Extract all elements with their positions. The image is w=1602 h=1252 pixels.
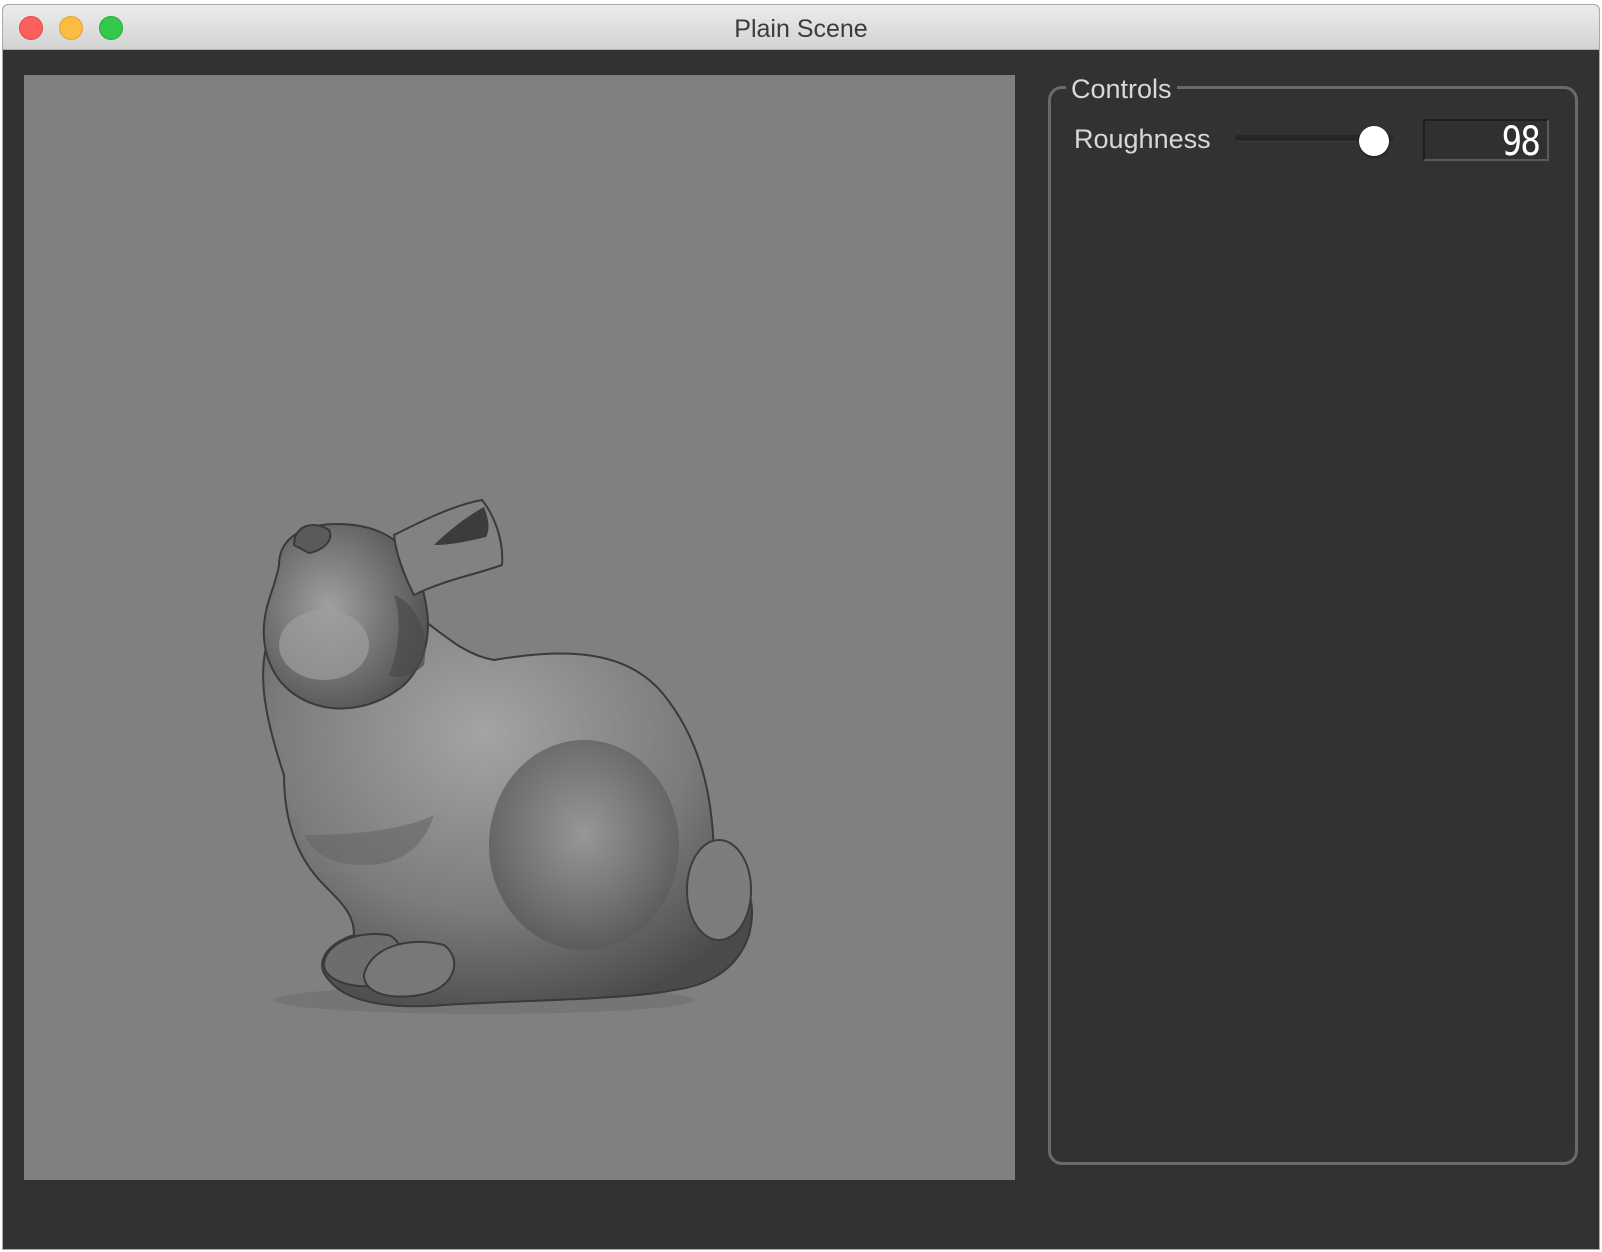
- controls-group-title: Controls: [1066, 74, 1177, 105]
- roughness-label: Roughness: [1074, 124, 1211, 154]
- bunny-render: [262, 498, 754, 1014]
- controls-group: [1048, 86, 1578, 1165]
- bunny-model: [262, 498, 754, 1014]
- roughness-lcd-display: 98: [1423, 119, 1549, 165]
- render-viewport[interactable]: [24, 75, 1015, 1180]
- title-bar[interactable]: Plain Scene: [3, 5, 1599, 50]
- window-title: Plain Scene: [734, 15, 868, 43]
- roughness-slider-thumb[interactable]: [1359, 126, 1390, 156]
- roughness-value: 98: [1501, 119, 1540, 165]
